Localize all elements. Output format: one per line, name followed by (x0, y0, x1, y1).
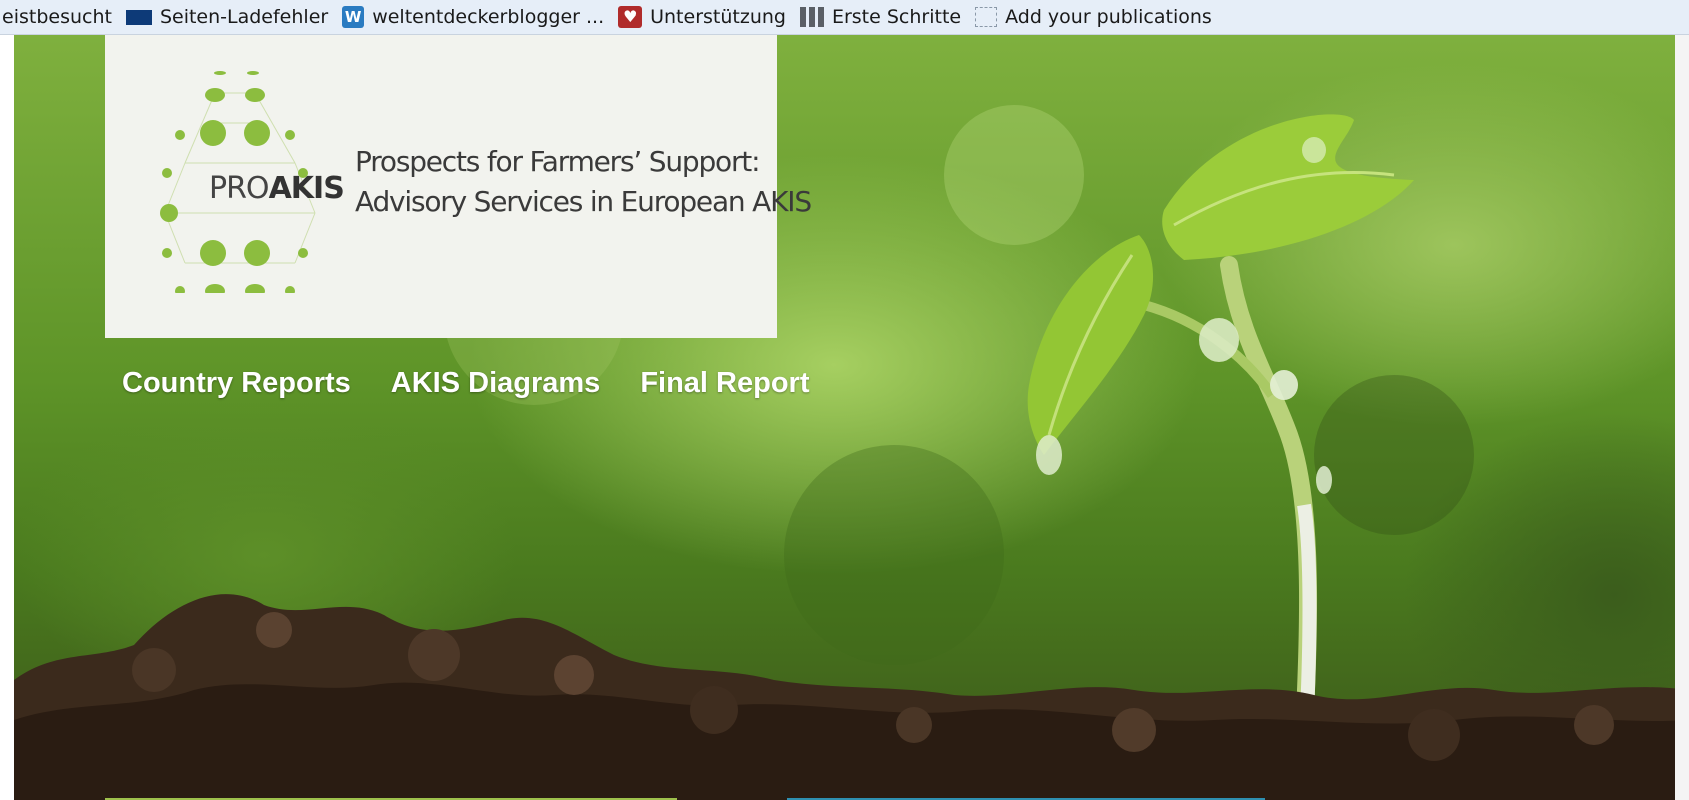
logo-tagline-line2: Advisory Services in European AKIS (355, 185, 812, 218)
getting-started-icon (799, 7, 824, 27)
nav-akis-diagrams[interactable]: AKIS Diagrams (391, 367, 601, 400)
logo-akis: AKIS (268, 171, 345, 206)
dashed-box-icon (975, 7, 998, 27)
logo-pro: PRO (209, 171, 270, 206)
nav-country-reports[interactable]: Country Reports (122, 367, 351, 400)
bookmark-label: Add your publications (1005, 6, 1212, 28)
page-margin-right (1675, 35, 1689, 800)
bookmark-page-load-errors[interactable]: Seiten-Ladefehler (125, 6, 329, 28)
support-heart-icon (618, 6, 643, 28)
bookmarks-bar: eistbesucht Seiten-Ladefehler W weltentd… (0, 0, 1689, 35)
main-navigation: Country Reports AKIS Diagrams Final Repo… (122, 367, 809, 400)
logo-wordmark: PROAKIS (209, 171, 345, 206)
logo-tagline-line1: Prospects for Farmers’ Support: (355, 145, 761, 178)
wordpress-icon: W (342, 6, 365, 28)
nav-final-report[interactable]: Final Report (640, 367, 809, 400)
bookmark-most-visited[interactable]: eistbesucht (2, 6, 112, 28)
bookmark-support[interactable]: Unterstützung (618, 6, 786, 28)
flag-icon (125, 9, 152, 25)
bookmark-getting-started[interactable]: Erste Schritte (799, 6, 962, 28)
bookmark-label: Erste Schritte (831, 6, 962, 28)
bookmark-label: Seiten-Ladefehler (159, 6, 329, 28)
page-margin-left (0, 35, 14, 800)
site-logo[interactable]: PROAKIS Prospects for Farmers’ Support: … (105, 35, 812, 338)
bookmark-add-publications[interactable]: Add your publications (975, 6, 1212, 28)
bookmark-weltentdeckerblogger[interactable]: W weltentdeckerblogger ... (342, 6, 604, 28)
bookmark-label: weltentdeckerblogger ... (372, 6, 605, 28)
bookmark-label: Unterstützung (650, 6, 786, 28)
soil-image (14, 594, 1689, 800)
bookmark-label: eistbesucht (2, 6, 112, 28)
